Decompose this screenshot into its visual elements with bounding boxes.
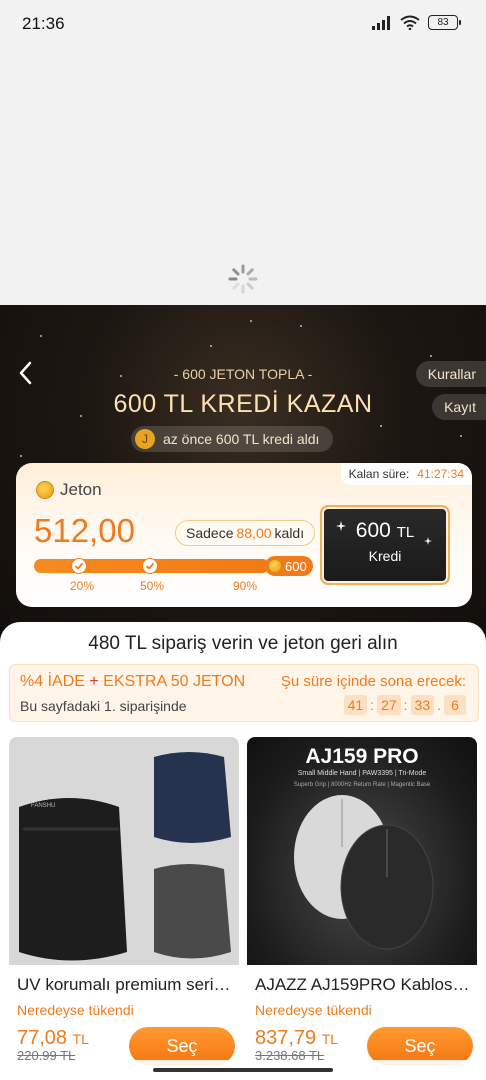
countdown-seconds: 33 — [410, 695, 435, 715]
product-image[interactable]: FANSHU — [9, 737, 239, 965]
milestone-label: 50% — [140, 579, 165, 593]
countdown-tenths: 6 — [444, 695, 466, 715]
price-value: 77,08 — [17, 1027, 68, 1049]
goal-label: 600 — [285, 558, 307, 574]
mouse-image — [294, 795, 434, 950]
jeton-label-row: Jeton — [36, 480, 102, 500]
avatar: J — [135, 429, 155, 449]
milestone-check-icon — [142, 558, 158, 574]
deadline-badge: Kalan süre: 41:27:34 — [340, 463, 472, 485]
price-currency: TL — [72, 1031, 89, 1047]
product-name[interactable]: AJAZZ AJ159PRO Kablos… — [255, 975, 471, 995]
product-card[interactable]: AJ159 PRO Small Middle Hand | PAW3395 | … — [247, 737, 477, 1080]
section-title: 480 TL sipariş verin ve jeton geri alın — [88, 633, 398, 654]
home-indicator[interactable] — [153, 1068, 333, 1072]
promo-plus: + — [89, 673, 99, 690]
recent-winner-notice: J az önce 600 TL kredi aldı — [131, 426, 334, 452]
milestone-label: 20% — [70, 579, 95, 593]
product-status: Neredeyse tükendi — [255, 1002, 372, 1018]
product-image[interactable]: AJ159 PRO Small Middle Hand | PAW3395 | … — [247, 737, 477, 965]
remain-amount: 88,00 — [236, 525, 272, 541]
goal-badge: 600 — [265, 556, 313, 576]
status-bar: 21:36 83 — [0, 0, 486, 48]
milestone-check-icon — [71, 558, 87, 574]
signal-icon — [372, 15, 390, 30]
milestone-label: 90% — [233, 579, 258, 593]
coin-icon — [36, 481, 54, 499]
neck-gaiter-image: FANSHU — [19, 752, 231, 961]
product-name[interactable]: UV korumalı premium seri… — [17, 975, 233, 995]
deadline-label: Kalan süre: — [348, 467, 410, 481]
credit-amount: 600 — [355, 519, 391, 542]
promo-extra: EKSTRA 50 JETON — [103, 673, 246, 690]
battery-icon: 83 — [428, 15, 461, 30]
product-status: Neredeyse tükendi — [17, 1002, 134, 1018]
price-currency: TL — [321, 1031, 339, 1047]
rules-button[interactable]: Kurallar — [415, 361, 486, 387]
hero-subtitle: - 600 JETON TOPLA - — [173, 366, 313, 382]
credit-reward-card — [320, 505, 450, 585]
credit-currency: TL — [396, 524, 415, 541]
promo-refund: %4 İADE — [20, 673, 85, 690]
product-card[interactable]: FANSHU UV korumalı premium seri… Neredey… — [9, 737, 239, 1080]
brand-text: FANSHU — [31, 803, 55, 809]
remain-suffix: kaldı — [274, 525, 305, 541]
countdown-timer: 41 : 27 : 33 . 6 — [343, 695, 466, 715]
loading-spinner-icon — [228, 264, 258, 294]
remain-prefix: Sadece — [186, 525, 234, 541]
hero-title: 600 TL KREDİ KAZAN — [113, 390, 373, 418]
remaining-bubble: Sadece 88,00 kaldı — [175, 520, 316, 546]
promo-ends-label: Şu süre içinde sona erecek: — [280, 673, 466, 690]
record-button[interactable]: Kayıt — [432, 394, 486, 420]
status-time: 21:36 — [22, 14, 65, 33]
notice-text: az önce 600 TL kredi aldı — [163, 431, 320, 447]
credit-amount-row: 600 TL — [320, 519, 450, 543]
status-icons: 83 — [372, 15, 461, 30]
promo-subtext: Bu sayfadaki 1. siparişinde — [20, 698, 187, 714]
countdown-hours: 41 — [343, 695, 368, 715]
countdown-minutes: 27 — [377, 695, 401, 715]
coin-icon — [268, 559, 282, 573]
promo-headline: %4 İADE + EKSTRA 50 JETON — [20, 673, 245, 691]
jeton-label: Jeton — [60, 480, 102, 499]
jeton-amount: 512,00 — [34, 512, 135, 549]
credit-label: Kredi — [368, 548, 402, 564]
product-price: 837,79 TL — [255, 1027, 338, 1050]
price-value: 837,79 — [255, 1027, 317, 1049]
deadline-value: 41:27:34 — [417, 467, 464, 481]
wifi-icon — [400, 15, 420, 30]
product-price: 77,08 TL — [17, 1027, 89, 1050]
